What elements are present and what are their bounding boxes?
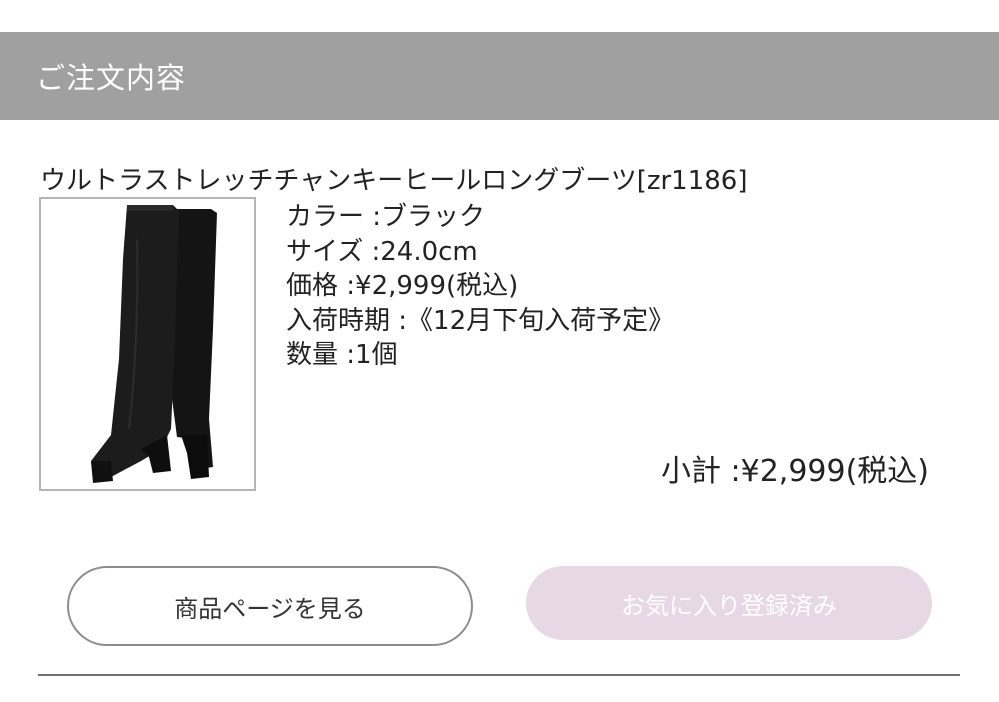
detail-color: カラー :ブラック [286, 202, 486, 232]
view-product-page-button[interactable]: 商品ページを見る [67, 566, 473, 646]
boots-image [91, 205, 217, 483]
product-image[interactable] [39, 197, 256, 491]
order-contents-header: ご注文内容 [0, 32, 999, 120]
product-details: カラー :ブラック サイズ :24.0cm 価格 :¥2,999(税込) 入荷時… [286, 200, 674, 373]
divider [38, 674, 960, 676]
favorite-registered-button[interactable]: お気に入り登録済み [526, 566, 932, 640]
detail-price: 価格 :¥2,999(税込) [286, 271, 519, 301]
detail-size: サイズ :24.0cm [286, 236, 478, 267]
section-title: ご注文内容 [36, 61, 187, 95]
subtotal: 小計 :¥2,999(税込) [660, 454, 929, 489]
product-name[interactable]: ウルトラストレッチチャンキーヒールロングブーツ[zr1186] [40, 160, 748, 197]
detail-quantity: 数量 :1個 [286, 340, 398, 370]
detail-arrival: 入荷時期 :《12月下旬入荷予定》 [286, 305, 675, 336]
